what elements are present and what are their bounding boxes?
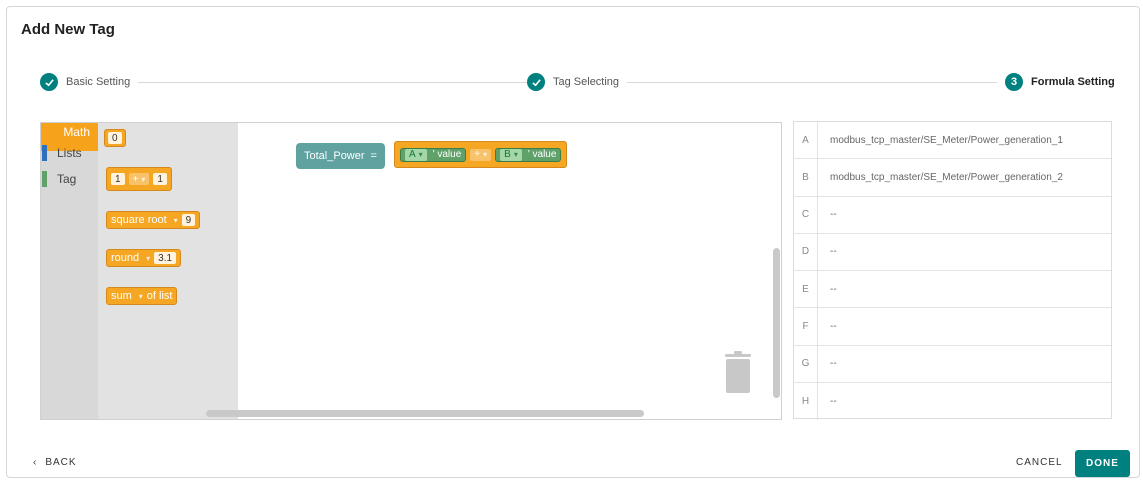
step-label: Tag Selecting <box>553 76 620 88</box>
step-basic-setting[interactable]: Basic Setting <box>40 73 139 91</box>
tag-row: F -- <box>794 308 1111 346</box>
tag-row: H -- <box>794 382 1111 420</box>
round-block[interactable]: round ▾ 3.1 <box>106 249 182 267</box>
tag-row: Bmodbus_tcp_master/SE_Meter/Power_genera… <box>794 159 1111 197</box>
check-icon <box>527 73 545 91</box>
sum-list-block[interactable]: sum ▾ of list <box>106 287 178 305</box>
tag-block-b[interactable]: B ▾ ' value <box>495 147 562 162</box>
trash-icon[interactable] <box>723 351 753 395</box>
category-color-bar <box>42 171 47 187</box>
stepper-connector <box>607 82 1007 83</box>
tag-row: Amodbus_tcp_master/SE_Meter/Power_genera… <box>794 122 1111 160</box>
cancel-button[interactable]: CANCEL <box>1016 457 1063 468</box>
tag-mapping-list: Amodbus_tcp_master/SE_Meter/Power_genera… <box>793 121 1112 420</box>
toolbox-category-tag[interactable]: Tag <box>41 169 98 189</box>
tag-row: E -- <box>794 271 1111 309</box>
dialog-title: Add New Tag <box>21 21 115 38</box>
tag-row: D -- <box>794 233 1111 271</box>
tag-row: G -- <box>794 345 1111 383</box>
chevron-left-icon: ‹ <box>33 457 38 468</box>
toolbox: Math Lists Tag <box>41 123 98 419</box>
assignment-block[interactable]: Total_Power = <box>296 143 385 169</box>
vertical-scrollbar[interactable] <box>773 248 780 398</box>
step-label: Basic Setting <box>66 76 131 88</box>
check-icon <box>40 73 58 91</box>
step-formula-setting[interactable]: 3 Formula Setting <box>997 73 1115 91</box>
back-button[interactable]: ‹ BACK <box>33 457 77 468</box>
tag-row: C -- <box>794 196 1111 234</box>
step-tag-selecting[interactable]: Tag Selecting <box>527 73 628 91</box>
toolbox-flyout: 0 1 + ▾ 1 square root ▾ 9 round ▾ 3.1 sum ▾ … <box>98 123 238 419</box>
arithmetic-block[interactable]: 1 + ▾ 1 <box>106 167 172 191</box>
done-button[interactable]: DONE <box>1075 450 1130 477</box>
category-color-bar <box>42 145 47 161</box>
square-root-block[interactable]: square root ▾ 9 <box>106 211 201 229</box>
tag-block-a[interactable]: A ▾ ' value <box>400 147 467 162</box>
step-number: 3 <box>1005 73 1023 91</box>
formula-workspace[interactable]: Math Lists Tag 0 1 + ▾ 1 square root ▾ 9 r… <box>40 122 782 420</box>
step-label: Formula Setting <box>1031 76 1115 88</box>
stepper-connector <box>127 82 527 83</box>
number-block[interactable]: 0 <box>104 129 126 147</box>
toolbox-category-lists[interactable]: Lists <box>41 143 98 163</box>
formula-block[interactable]: A ▾ ' value + ▾ B ▾ ' value <box>394 141 568 168</box>
horizontal-scrollbar[interactable] <box>206 410 644 417</box>
operator-dropdown[interactable]: + ▾ <box>470 148 492 161</box>
